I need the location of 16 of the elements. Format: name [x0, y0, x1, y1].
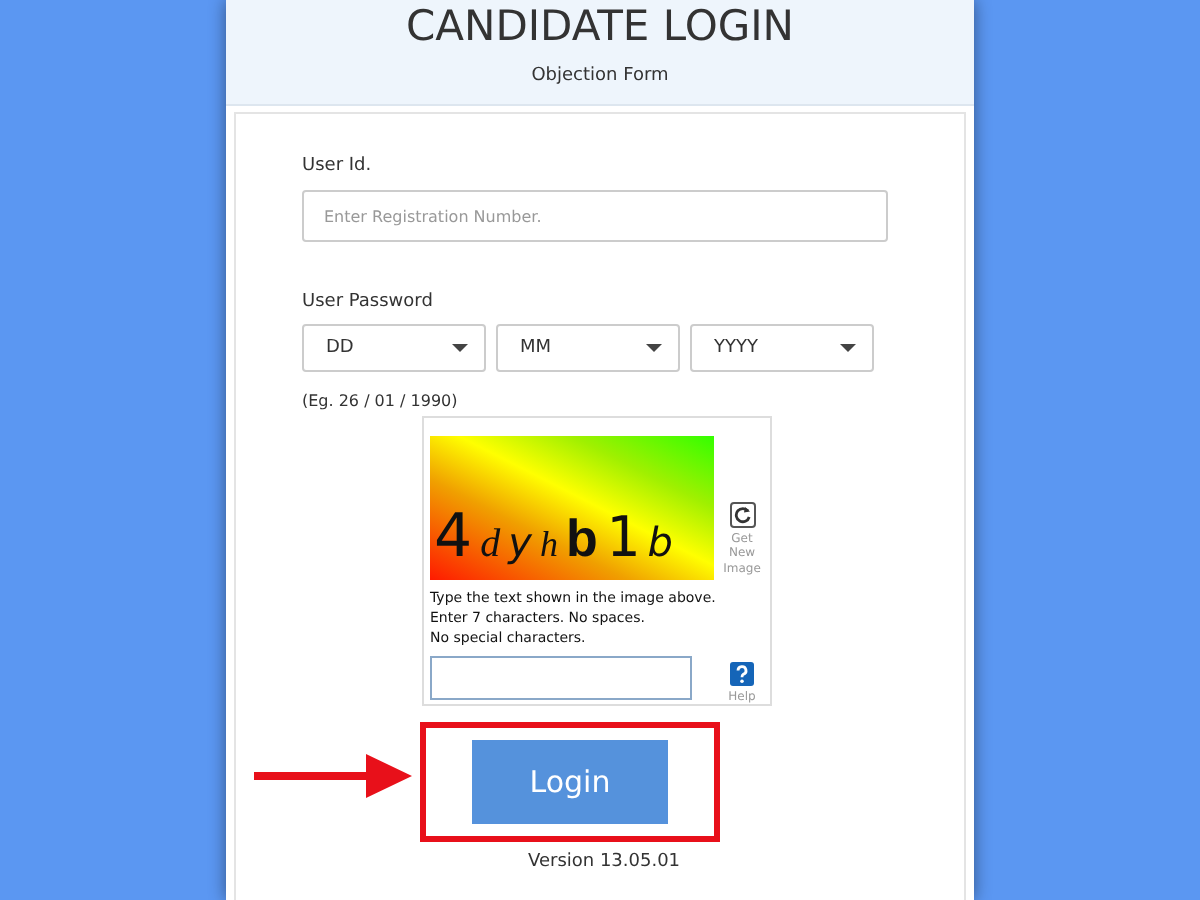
page-title: CANDIDATE LOGIN — [405, 0, 795, 52]
caret-icon — [840, 344, 856, 352]
user-id-field[interactable]: Enter Registration Number. — [302, 190, 888, 242]
caret-icon — [452, 344, 468, 352]
field-label: User Password — [302, 292, 435, 312]
field-label: User Id. — [302, 156, 374, 176]
version-text: Version 13.05.01 — [528, 852, 683, 872]
caret-icon — [646, 344, 662, 352]
form-subtitle: Objection Form — [531, 66, 669, 86]
date-dropdown[interactable]: MM — [496, 324, 680, 372]
date-dropdown[interactable]: DD — [302, 324, 486, 372]
help-icon[interactable] — [730, 661, 754, 685]
date-format-hint: (Eg. 26 / 01 / 1990) — [302, 392, 460, 410]
date-dropdown[interactable]: YYYY — [690, 324, 874, 372]
refresh-icon[interactable] — [729, 501, 755, 527]
captcha-field[interactable] — [430, 656, 692, 701]
